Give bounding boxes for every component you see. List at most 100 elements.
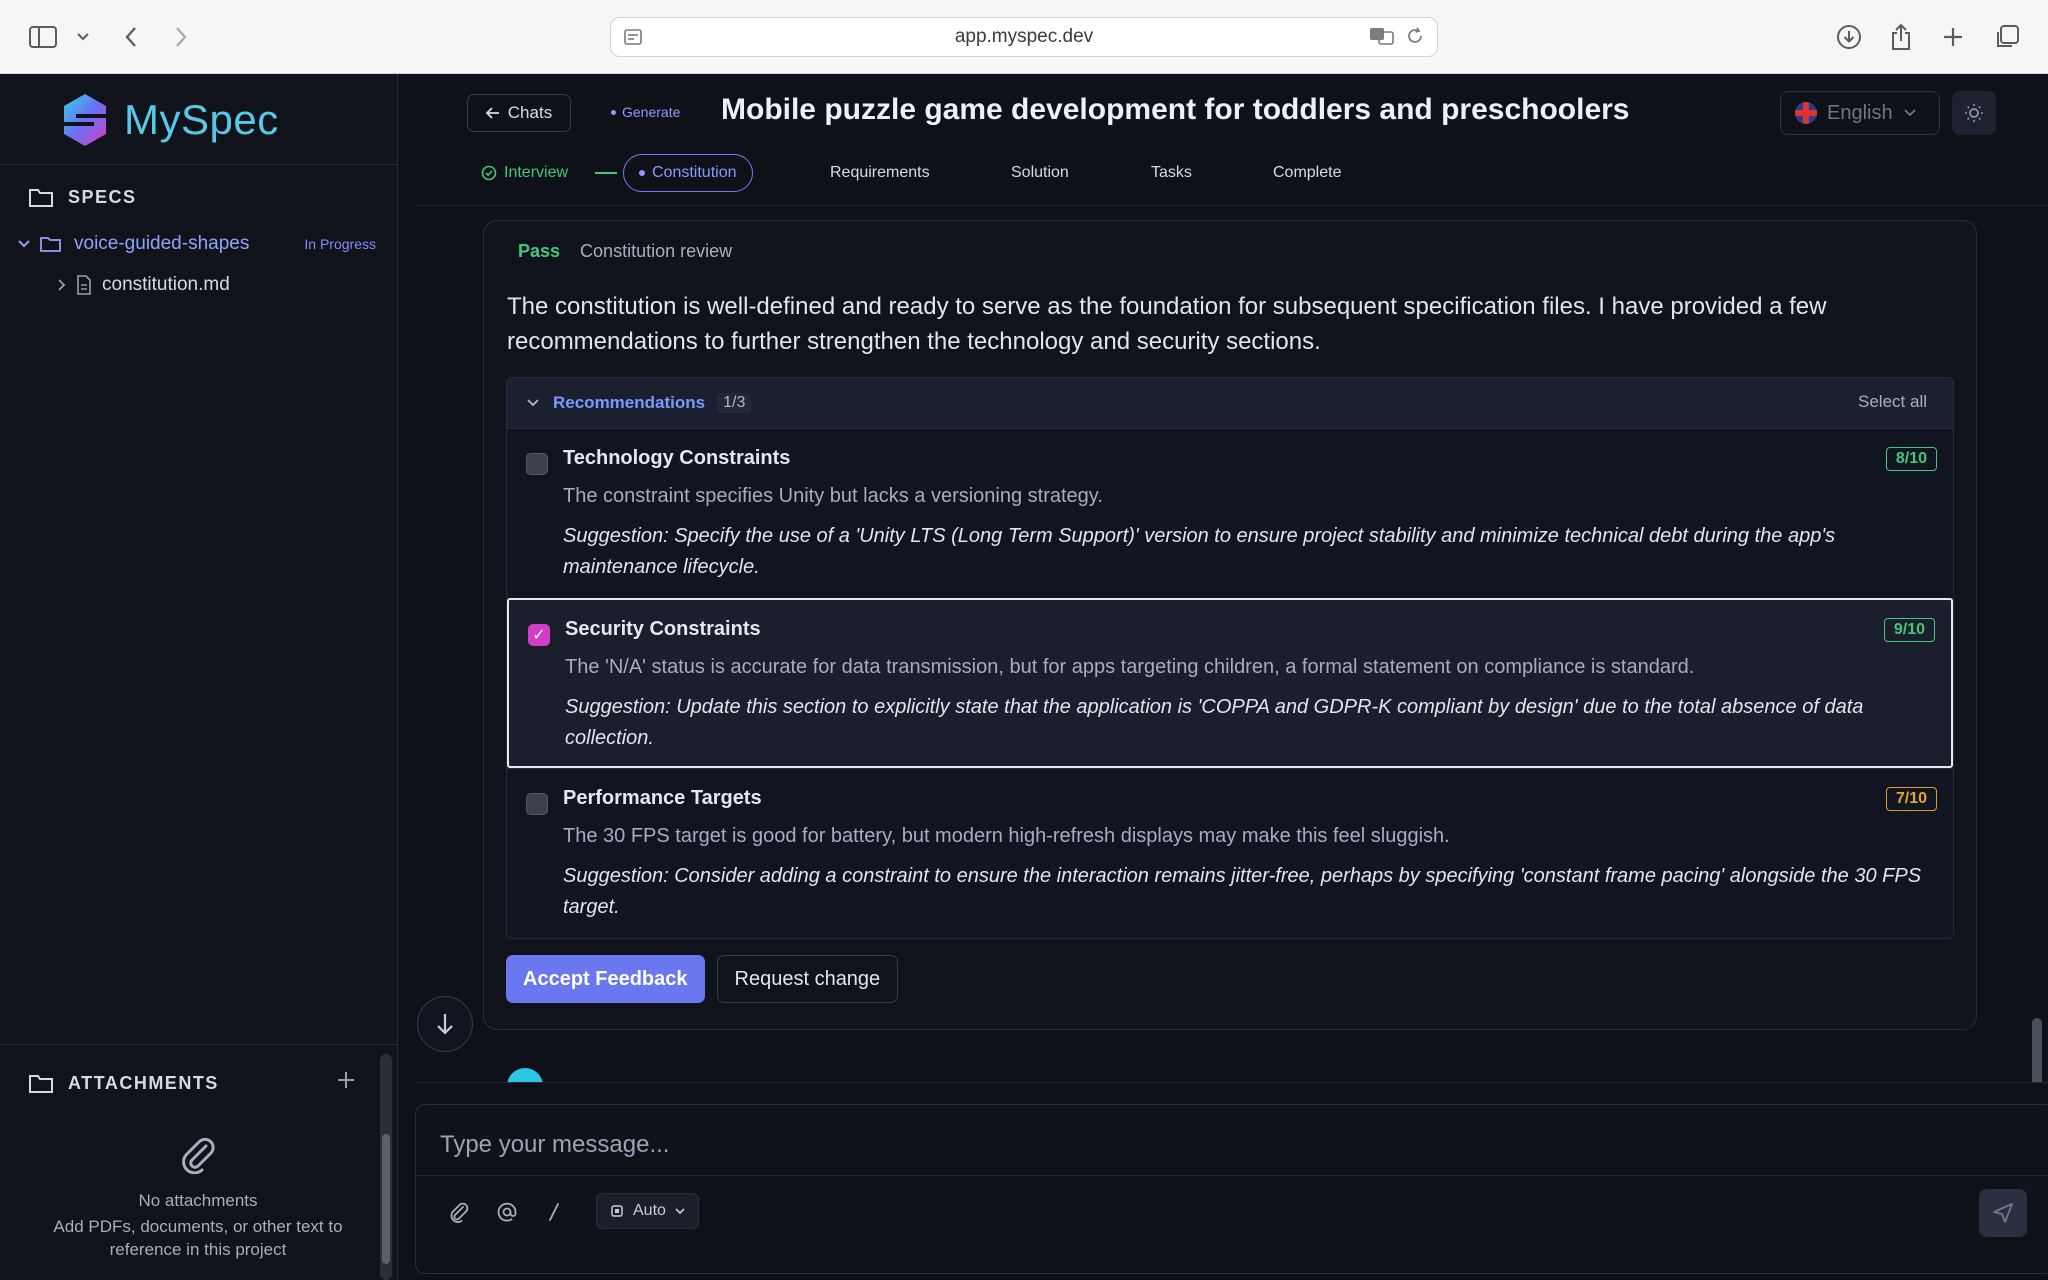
forward-icon[interactable] [164, 20, 198, 54]
score-badge: 9/10 [1883, 618, 1935, 642]
chat-scrollbar[interactable] [2032, 1018, 2042, 1082]
status-badge: In Progress [304, 236, 376, 252]
translate-icon[interactable] [1369, 26, 1395, 52]
recommendation-suggestion: Suggestion: Specify the use of a 'Unity … [563, 525, 1836, 578]
page-settings-icon[interactable] [623, 27, 643, 53]
recommendation-checkbox[interactable] [526, 453, 548, 475]
file-icon [77, 275, 91, 295]
plus-icon [338, 1072, 354, 1088]
recommendation-checkbox[interactable] [526, 793, 548, 815]
chevron-down-icon[interactable] [16, 238, 32, 250]
recommendations-panel: Recommendations 1/3 Select all Technolog… [506, 377, 1954, 939]
chat-thread[interactable]: Pass Constitution review The constitutio… [415, 206, 2048, 1082]
arrow-down-icon [437, 1014, 453, 1035]
recommendation-title: Technology Constraints [563, 447, 791, 469]
active-dot [639, 170, 645, 176]
tree-item-project[interactable]: voice-guided-shapes In Progress [16, 229, 376, 259]
slash-command-icon[interactable] [546, 1201, 562, 1229]
scroll-to-bottom-button[interactable] [417, 996, 473, 1052]
folder-icon [29, 1075, 53, 1093]
step-interview[interactable]: Interview [481, 154, 568, 192]
divider [0, 164, 398, 165]
review-summary: The constitution is well-defined and rea… [507, 293, 1827, 355]
request-change-button[interactable]: Request change [716, 955, 899, 1003]
recommendation-suggestion: Suggestion: Update this section to expli… [565, 696, 1864, 749]
step-connector [595, 172, 617, 174]
back-to-chats-button[interactable]: Chats [467, 94, 571, 132]
logo-text: MySpec [124, 96, 279, 143]
step-tasks[interactable]: Tasks [1151, 154, 1192, 192]
back-icon[interactable] [114, 20, 148, 54]
chevron-down-icon[interactable] [66, 20, 100, 54]
app-logo[interactable]: MySpec [60, 92, 279, 148]
recommendation-checkbox[interactable]: ✓ [528, 624, 550, 646]
step-constitution[interactable]: Constitution [623, 154, 753, 192]
attachments-empty-hint: Add PDFs, documents, or other text to re… [53, 1217, 343, 1259]
recommendation-item-selected: ✓ Security Constraints 9/10 The 'N/A' st… [507, 598, 1953, 768]
model-select[interactable]: Auto [596, 1193, 699, 1229]
back-label: Chats [507, 103, 553, 122]
tab-overview-icon[interactable] [1990, 20, 2024, 54]
specs-heading-label: SPECS [68, 186, 137, 207]
model-label: Auto [633, 1202, 666, 1219]
specs-heading: SPECS [28, 186, 137, 208]
step-label: Requirements [830, 164, 930, 181]
divider [416, 1175, 2048, 1176]
mode-label: Generate [622, 104, 681, 120]
attachments-heading-label: ATTACHMENTS [68, 1072, 219, 1093]
step-requirements[interactable]: Requirements [830, 154, 930, 192]
sidebar-toggle-icon[interactable] [26, 20, 60, 54]
theme-toggle-button[interactable] [1952, 91, 1996, 135]
step-complete[interactable]: Complete [1273, 154, 1341, 192]
message-input[interactable]: Type your message... [440, 1131, 669, 1159]
score-badge: 8/10 [1885, 447, 1937, 471]
step-solution[interactable]: Solution [1011, 154, 1069, 192]
tree-item-file[interactable]: constitution.md [56, 270, 230, 300]
add-attachment-button[interactable] [336, 1066, 356, 1097]
attach-icon[interactable] [448, 1201, 470, 1229]
review-status: Pass [518, 241, 561, 261]
recommendation-title: Security Constraints [565, 618, 761, 640]
page-title: Mobile puzzle game development for toddl… [721, 93, 1630, 126]
review-card: Pass Constitution review The constitutio… [483, 220, 1977, 1030]
address-bar[interactable]: app.myspec.dev [610, 17, 1438, 57]
new-tab-icon[interactable] [1936, 20, 1970, 54]
mention-icon[interactable] [496, 1201, 518, 1229]
recommendation-description: The 'N/A' status is accurate for data tr… [565, 656, 1695, 678]
recommendations-label: Recommendations [553, 393, 706, 412]
share-icon[interactable] [1884, 20, 1918, 54]
step-label: Solution [1011, 164, 1069, 181]
project-name: voice-guided-shapes [74, 233, 250, 254]
recommendation-description: The constraint specifies Unity but lacks… [563, 485, 1103, 507]
sidebar-scrollbar[interactable] [380, 1054, 392, 1280]
reload-icon[interactable] [1405, 26, 1425, 52]
divider [415, 1082, 2048, 1083]
attachments-empty-state: No attachments Add PDFs, documents, or o… [30, 1134, 366, 1261]
step-label: Constitution [652, 164, 737, 181]
message-composer: Type your message... Auto [415, 1104, 2048, 1274]
recommendations-header[interactable]: Recommendations 1/3 Select all [507, 378, 1953, 428]
recommendation-item: Technology Constraints 8/10 The constrai… [507, 428, 1953, 598]
sidebar: MySpec SPECS voice-guided-shapes In Prog… [0, 74, 398, 1280]
recommendation-title: Performance Targets [563, 787, 762, 809]
step-label: Complete [1273, 164, 1342, 181]
step-label: Interview [504, 164, 569, 181]
download-icon[interactable] [1832, 20, 1866, 54]
mode-badge: Generate [611, 104, 680, 120]
review-label: Constitution review [580, 241, 733, 261]
arrow-left-icon [485, 107, 499, 119]
recommendation-description: The 30 FPS target is good for battery, b… [563, 825, 1450, 847]
file-name: constitution.md [102, 274, 230, 295]
divider [0, 1044, 398, 1045]
send-icon [1993, 1203, 2013, 1223]
url-text: app.myspec.dev [954, 26, 1094, 47]
send-button[interactable] [1979, 1189, 2027, 1237]
mode-dot [611, 109, 616, 115]
chevron-right-icon[interactable] [56, 278, 66, 292]
chevron-down-icon[interactable] [525, 397, 541, 409]
paperclip-icon [182, 1137, 215, 1175]
folder-open-icon [40, 237, 61, 252]
select-all-button[interactable]: Select all [1858, 392, 1927, 412]
accept-feedback-button[interactable]: Accept Feedback [506, 955, 705, 1003]
language-select[interactable]: English [1780, 91, 1940, 135]
